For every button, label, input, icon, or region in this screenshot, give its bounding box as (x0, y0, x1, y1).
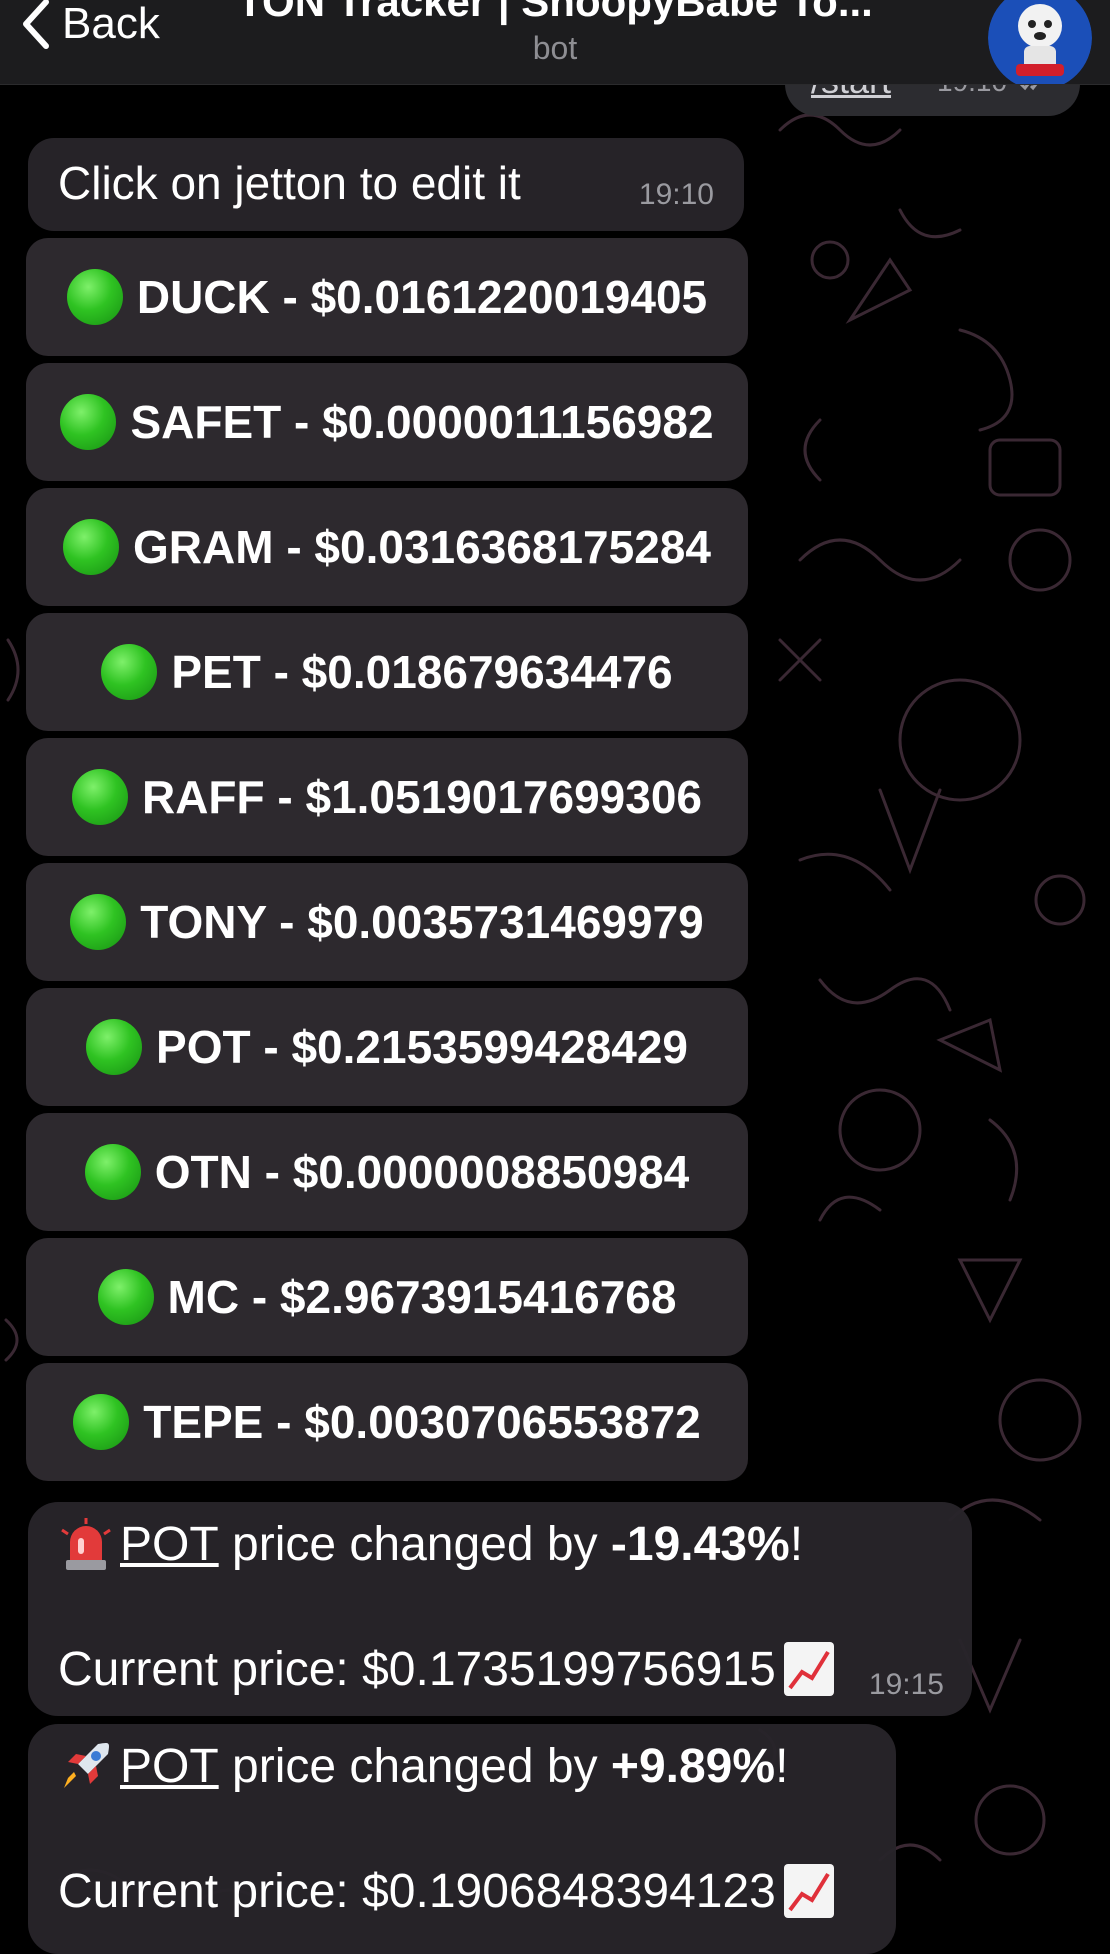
alert-change: +9.89% (610, 1739, 776, 1793)
alert-time: 19:15 (868, 1668, 944, 1701)
jetton-label: POT - $0.2153599428429 (156, 1021, 688, 1073)
jetton-button-pot[interactable]: POT - $0.2153599428429 (26, 988, 748, 1106)
jetton-label: MC - $2.9673915416768 (167, 1271, 677, 1323)
jetton-label: OTN - $0.0000008850984 (154, 1146, 690, 1198)
jetton-button-safet[interactable]: SAFET - $0.0000011156982 (26, 363, 748, 481)
token-link[interactable]: POT (120, 1517, 219, 1572)
green-circle-icon (66, 269, 123, 325)
message-time: 19:10 (638, 178, 714, 211)
bot-avatar-icon (988, 0, 1092, 84)
jetton-button-tony[interactable]: TONY - $0.0035731469979 (26, 863, 748, 981)
jetton-label: GRAM - $0.0316368175284 (133, 521, 711, 573)
back-label: Back (62, 0, 160, 48)
token-link[interactable]: POT (120, 1739, 219, 1794)
chat-title[interactable]: TON Tracker | SnoopyBabe To... (200, 0, 910, 26)
rocket-icon (64, 1743, 109, 1788)
price-alert-message: POT price changed by -19.43% ! Current p… (28, 1502, 972, 1716)
current-price: Current price: $0.1906848394123 (58, 1864, 776, 1918)
avatar[interactable] (988, 0, 1092, 84)
alert-text: price changed by (218, 1739, 611, 1793)
chevron-left-icon (23, 0, 49, 49)
green-circle-icon (71, 769, 128, 825)
green-circle-icon (84, 1144, 141, 1200)
jetton-button-gram[interactable]: GRAM - $0.0316368175284 (26, 488, 748, 606)
jetton-button-pet[interactable]: PET - $0.018679634476 (26, 613, 748, 731)
bot-message: Click on jetton to edit it 19:10 (28, 138, 744, 231)
chart-increasing-icon (783, 1642, 834, 1696)
green-circle-icon (86, 1019, 143, 1075)
chat-subtitle: bot (532, 30, 578, 66)
green-circle-icon (70, 894, 127, 950)
green-circle-icon (63, 519, 120, 575)
jetton-label: SAFET - $0.0000011156982 (130, 396, 714, 448)
jetton-label: RAFF - $1.0519017699306 (141, 771, 703, 823)
siren-icon (61, 1518, 111, 1570)
jetton-button-tepe[interactable]: TEPE - $0.0030706553872 (26, 1363, 748, 1481)
jetton-label: DUCK - $0.0161220019405 (136, 271, 708, 323)
current-price: Current price: $0.1735199756915 (58, 1642, 776, 1696)
jetton-label: TEPE - $0.0030706553872 (143, 1396, 701, 1448)
jetton-label: TONY - $0.0035731469979 (140, 896, 704, 948)
alert-price-line: Current price: $0.1735199756915 (58, 1640, 836, 1698)
alert-suffix: ! (789, 1517, 804, 1571)
alert-headline: POT price changed by +9.89% ! (58, 1738, 788, 1794)
jetton-button-mc[interactable]: MC - $2.9673915416768 (26, 1238, 748, 1356)
jetton-label: PET - $0.018679634476 (171, 646, 673, 698)
chart-increasing-icon (783, 1864, 834, 1918)
alert-price-line: Current price: $0.1906848394123 (58, 1862, 836, 1920)
alert-suffix: ! (775, 1739, 789, 1793)
back-button[interactable]: Back (18, 0, 160, 54)
alert-headline: POT price changed by -19.43% ! (58, 1516, 803, 1572)
chat-header: Back TON Tracker | SnoopyBabe To... bot (0, 0, 1110, 85)
message-text: Click on jetton to edit it (58, 157, 521, 209)
jetton-button-duck[interactable]: DUCK - $0.0161220019405 (26, 238, 748, 356)
green-circle-icon (73, 1394, 130, 1450)
alert-text: price changed by (218, 1517, 611, 1571)
green-circle-icon (101, 644, 158, 700)
jetton-button-otn[interactable]: OTN - $0.0000008850984 (26, 1113, 748, 1231)
jetton-button-raff[interactable]: RAFF - $1.0519017699306 (26, 738, 748, 856)
alert-change: -19.43% (610, 1517, 790, 1571)
green-circle-icon (60, 394, 117, 450)
green-circle-icon (97, 1269, 154, 1325)
